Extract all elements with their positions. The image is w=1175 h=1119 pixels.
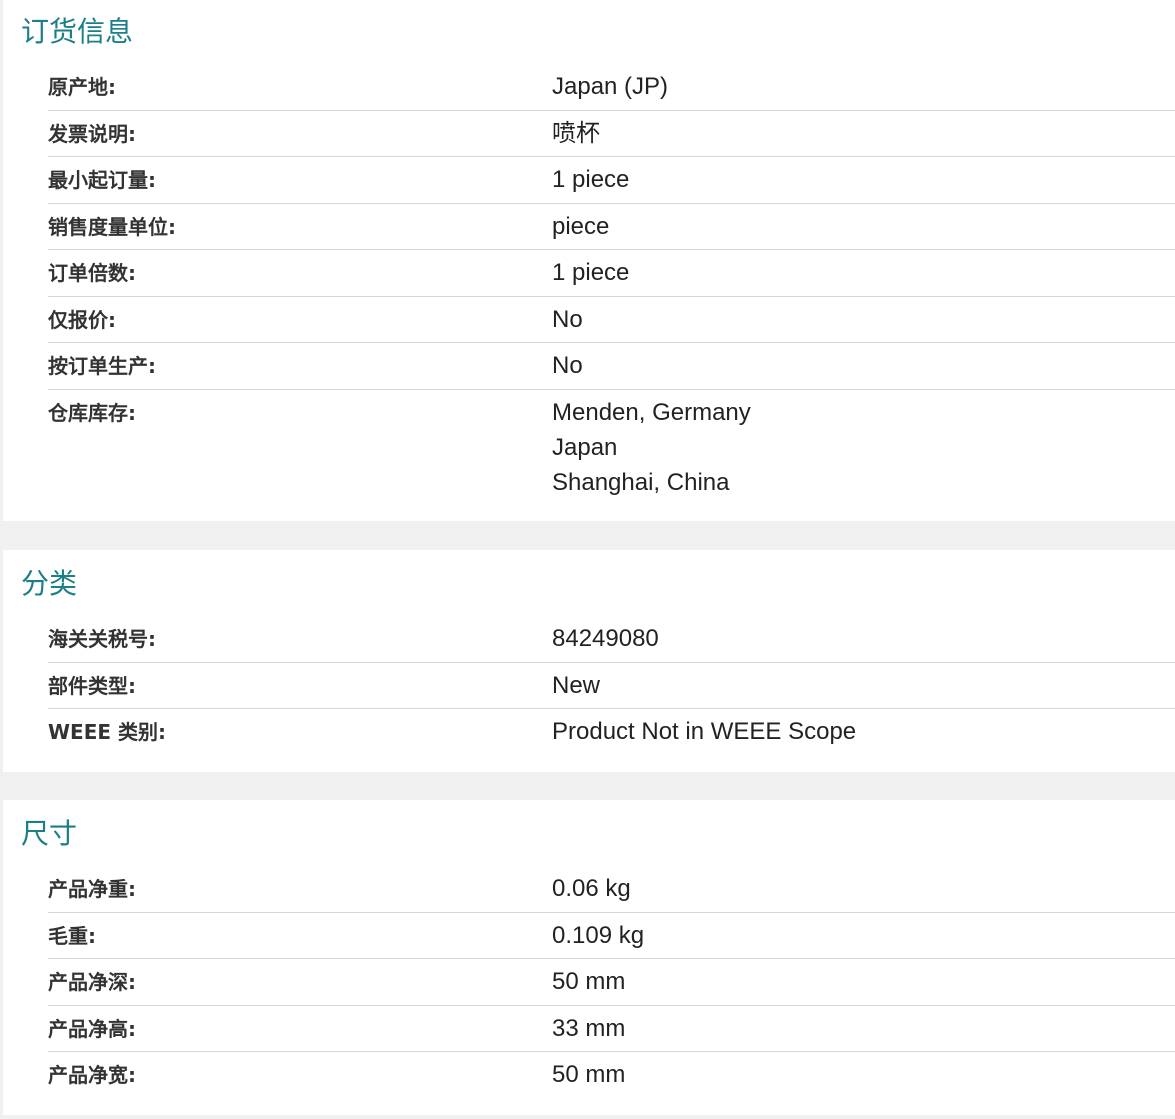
table-row-warehouse-stock: 仓库库存: Menden, Germany Japan Shanghai, Ch… [48, 390, 1175, 502]
row-label: 仓库库存: [48, 400, 136, 425]
row-label: 发票说明: [48, 121, 136, 146]
classification-panel: 分类 海关关税号: 84249080 部件类型: New WEEE 类别: Pr… [3, 550, 1175, 772]
row-value: 0.06 kg [552, 875, 631, 902]
table-row: 订单倍数: 1 piece [48, 250, 1175, 297]
table-row: 最小起订量: 1 piece [48, 157, 1175, 204]
row-label: 原产地: [48, 75, 116, 99]
row-value: No [552, 305, 583, 333]
table-row: 销售度量单位: piece [48, 204, 1175, 250]
row-value: 1 piece [552, 166, 630, 193]
row-label: 产品净重: [48, 877, 136, 901]
row-value: New [552, 671, 601, 699]
row-label: 订单倍数: [48, 261, 136, 285]
row-label: WEEE 类别: [48, 720, 167, 744]
table-row: 海关关税号: 84249080 [48, 616, 1175, 663]
row-value: No [552, 352, 583, 379]
dimensions-table: 产品净重: 0.06 kg 毛重: 0.109 kg 产品净深: 50 mm 产… [48, 866, 1175, 1099]
section-title-classification: 分类 [21, 567, 78, 600]
table-row: 产品净高: 33 mm [48, 1006, 1175, 1052]
row-value: Product Not in WEEE Scope [552, 718, 857, 745]
table-row: 部件类型: New [48, 663, 1175, 709]
row-label: 毛重: [48, 923, 96, 948]
row-value-list: Menden, Germany Japan Shanghai, China [552, 400, 751, 505]
table-row: 原产地: Japan (JP) [48, 64, 1175, 111]
ordering-info-panel: 订货信息 原产地: Japan (JP) 发票说明: 喷杯 最小起订量: 1 p… [3, 0, 1175, 521]
table-row: 毛重: 0.109 kg [48, 913, 1175, 959]
row-value: 84249080 [552, 625, 659, 652]
section-title-ordering: 订货信息 [21, 15, 134, 48]
row-label: 仅报价: [48, 307, 116, 332]
row-label: 最小起订量: [48, 168, 156, 192]
row-label: 部件类型: [48, 673, 136, 698]
row-value: 50 mm [552, 1061, 626, 1088]
table-row: 按订单生产: No [48, 343, 1175, 390]
row-label: 产品净宽: [48, 1063, 136, 1087]
warehouse-location: Shanghai, China [552, 468, 730, 496]
table-row: 产品净深: 50 mm [48, 959, 1175, 1006]
row-value: piece [552, 212, 610, 240]
table-row: 仅报价: No [48, 297, 1175, 343]
dimensions-panel: 尺寸 产品净重: 0.06 kg 毛重: 0.109 kg 产品净深: 50 m… [3, 800, 1175, 1115]
ordering-info-table: 原产地: Japan (JP) 发票说明: 喷杯 最小起订量: 1 piece … [48, 64, 1175, 502]
row-label: 按订单生产: [48, 354, 156, 378]
row-value: 喷杯 [552, 119, 600, 147]
table-row: 产品净宽: 50 mm [48, 1052, 1175, 1099]
row-value: Japan (JP) [552, 73, 669, 100]
table-row: 产品净重: 0.06 kg [48, 866, 1175, 913]
classification-table: 海关关税号: 84249080 部件类型: New WEEE 类别: Produ… [48, 616, 1175, 756]
row-value: 50 mm [552, 968, 626, 995]
row-label: 销售度量单位: [48, 214, 176, 239]
warehouse-location: Menden, Germany [552, 398, 751, 426]
row-value: 33 mm [552, 1014, 626, 1042]
table-row: WEEE 类别: Product Not in WEEE Scope [48, 709, 1175, 756]
table-row: 发票说明: 喷杯 [48, 111, 1175, 157]
row-value: 1 piece [552, 259, 630, 286]
row-value: 0.109 kg [552, 921, 645, 949]
row-label: 产品净深: [48, 970, 136, 994]
row-label: 产品净高: [48, 1016, 136, 1041]
section-title-dimensions: 尺寸 [21, 817, 78, 850]
warehouse-location: Japan [552, 433, 618, 461]
row-label: 海关关税号: [48, 627, 156, 651]
